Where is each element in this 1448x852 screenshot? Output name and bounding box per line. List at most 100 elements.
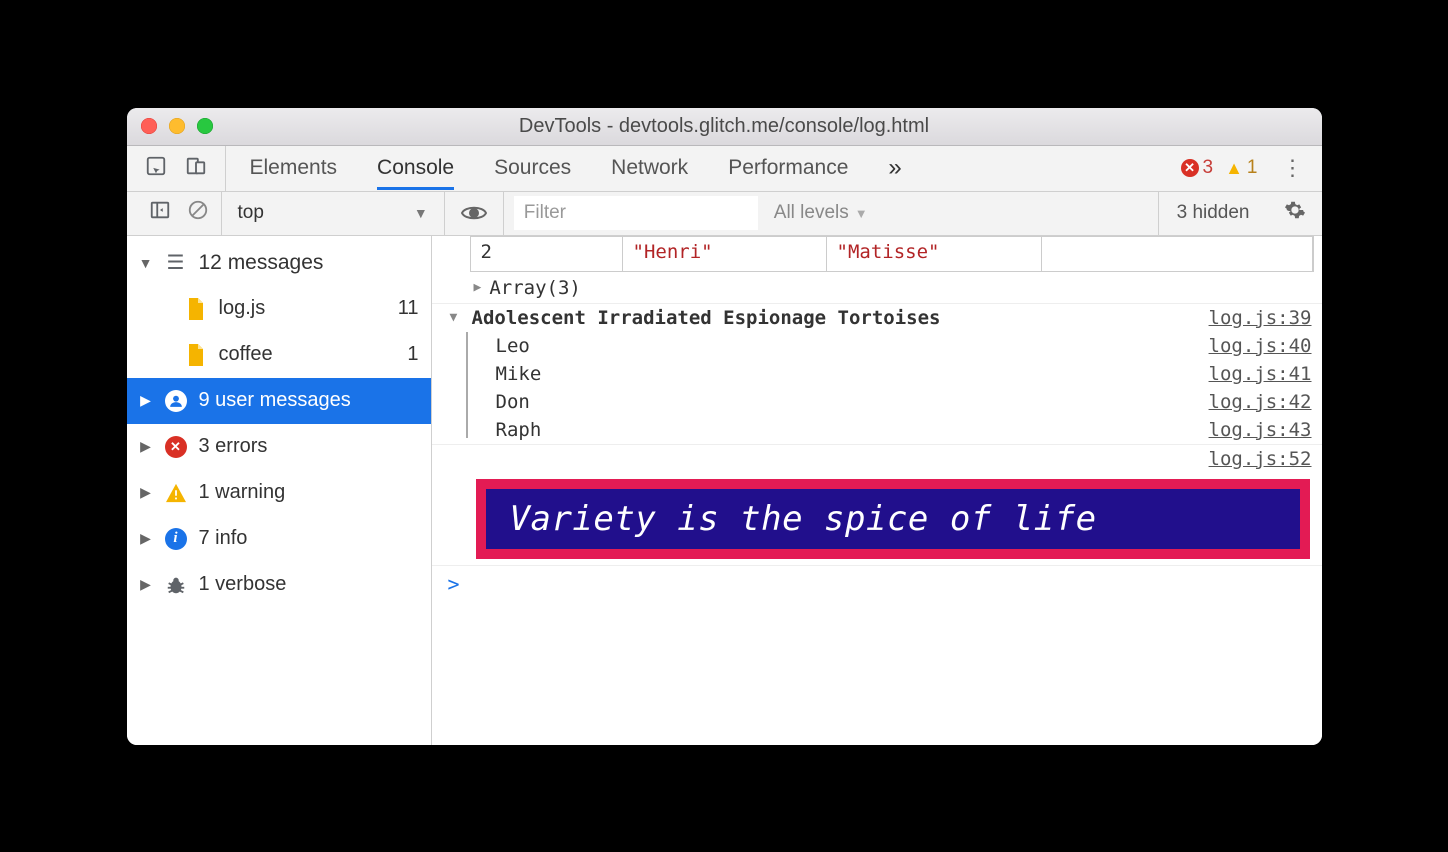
clear-console-icon[interactable] <box>187 199 209 227</box>
error-icon: ✕ <box>1181 159 1199 177</box>
list-icon: ☰ <box>165 252 187 274</box>
table-cell-empty <box>1042 237 1313 271</box>
log-levels-selector[interactable]: All levels ▼ <box>774 202 868 224</box>
device-toggle-icon[interactable] <box>185 155 207 182</box>
warning-count: 1 <box>1247 157 1258 179</box>
bug-icon <box>165 574 187 596</box>
tab-performance[interactable]: Performance <box>728 146 848 190</box>
devtools-window: DevTools - devtools.glitch.me/console/lo… <box>127 108 1322 745</box>
hidden-messages-label[interactable]: 3 hidden <box>1158 192 1268 235</box>
file-count: 1 <box>407 343 418 366</box>
window-title: DevTools - devtools.glitch.me/console/lo… <box>127 115 1322 138</box>
levels-label: All levels <box>774 202 849 224</box>
main-area: ▼ ☰ 12 messages log.js 11 coffee 1 ▶ <box>127 236 1322 745</box>
table-cell-first: "Henri" <box>623 237 827 271</box>
warning-count-badge[interactable]: ▲ 1 <box>1225 157 1257 179</box>
toggle-sidebar-icon[interactable] <box>149 199 171 227</box>
chevron-right-icon: ▶ <box>139 530 153 547</box>
table-cell-last: "Matisse" <box>827 237 1042 271</box>
console-settings-icon[interactable] <box>1268 199 1322 227</box>
info-icon: i <box>165 528 187 550</box>
tab-console[interactable]: Console <box>377 146 454 190</box>
sidebar-file-coffee[interactable]: coffee 1 <box>127 332 431 378</box>
console-log-line[interactable]: Leo log.js:40 <box>432 332 1322 360</box>
array-expand-row[interactable]: ▶ Array(3) <box>432 276 1322 303</box>
warning-icon <box>165 482 187 504</box>
source-link[interactable]: log.js:42 <box>1209 391 1312 413</box>
console-log-line[interactable]: Mike log.js:41 <box>432 360 1322 388</box>
user-icon <box>165 390 187 412</box>
styled-log-output: Variety is the spice of life <box>476 479 1310 559</box>
source-link[interactable]: log.js:52 <box>1209 448 1312 470</box>
dropdown-caret-icon: ▼ <box>855 206 868 221</box>
sidebar-user-messages[interactable]: ▶ 9 user messages <box>127 378 431 424</box>
tabs-overflow-icon[interactable]: » <box>888 154 901 182</box>
info-label: 7 info <box>199 527 248 550</box>
source-link[interactable]: log.js:43 <box>1209 419 1312 441</box>
filter-input[interactable]: Filter <box>514 196 758 230</box>
console-output[interactable]: 2 "Henri" "Matisse" ▶ Array(3) ▼ Adolesc… <box>432 236 1322 745</box>
error-count-badge[interactable]: ✕ 3 <box>1181 157 1214 179</box>
tab-right-status: ✕ 3 ▲ 1 ⋮ <box>1181 155 1322 181</box>
chevron-right-icon: ▶ <box>139 438 153 455</box>
sidebar-file-logjs[interactable]: log.js 11 <box>127 286 431 332</box>
source-link[interactable]: log.js:41 <box>1209 363 1312 385</box>
toolbar-left <box>137 192 222 235</box>
error-count: 3 <box>1203 157 1214 179</box>
log-message: Don <box>492 391 1209 413</box>
user-messages-label: 9 user messages <box>199 389 351 412</box>
file-icon <box>185 298 207 320</box>
context-selector[interactable]: top ▼ <box>222 192 445 235</box>
array-label: Array(3) <box>489 277 581 299</box>
sidebar-info[interactable]: ▶ i 7 info <box>127 516 431 562</box>
sidebar-messages[interactable]: ▼ ☰ 12 messages <box>127 240 431 286</box>
console-group-header[interactable]: ▼ Adolescent Irradiated Espionage Tortoi… <box>432 303 1322 332</box>
inspect-element-icon[interactable] <box>145 155 167 182</box>
tab-elements[interactable]: Elements <box>250 146 338 190</box>
console-prompt[interactable]: > <box>432 565 1322 602</box>
sidebar-errors[interactable]: ▶ ✕ 3 errors <box>127 424 431 470</box>
tab-left-tools <box>127 146 226 191</box>
chevron-right-icon: ▶ <box>474 280 482 295</box>
title-bar: DevTools - devtools.glitch.me/console/lo… <box>127 108 1322 146</box>
console-group-body: Leo log.js:40 Mike log.js:41 Don log.js:… <box>432 332 1322 444</box>
window-controls <box>141 118 213 134</box>
chevron-right-icon: ▶ <box>139 576 153 593</box>
log-message: Raph <box>492 419 1209 441</box>
source-link[interactable]: log.js:39 <box>1209 307 1312 329</box>
live-expression-icon[interactable] <box>445 192 504 235</box>
console-log-line[interactable]: log.js:52 <box>432 444 1322 473</box>
prompt-caret-icon: > <box>448 572 460 596</box>
source-link[interactable]: log.js:40 <box>1209 335 1312 357</box>
verbose-label: 1 verbose <box>199 573 287 596</box>
log-message: Mike <box>492 363 1209 385</box>
group-title: Adolescent Irradiated Espionage Tortoise… <box>468 307 1209 329</box>
settings-menu-icon[interactable]: ⋮ <box>1282 155 1304 181</box>
context-label: top <box>238 202 264 224</box>
file-name: coffee <box>219 343 273 366</box>
close-window-button[interactable] <box>141 118 157 134</box>
error-icon: ✕ <box>165 436 187 458</box>
console-log-line[interactable]: Raph log.js:43 <box>432 416 1322 444</box>
minimize-window-button[interactable] <box>169 118 185 134</box>
tab-strip: Elements Console Sources Network Perform… <box>127 146 1322 192</box>
sidebar-warnings[interactable]: ▶ 1 warning <box>127 470 431 516</box>
tab-network[interactable]: Network <box>611 146 688 190</box>
zoom-window-button[interactable] <box>197 118 213 134</box>
file-count: 11 <box>398 297 419 320</box>
console-log-line[interactable]: Don log.js:42 <box>432 388 1322 416</box>
tab-sources[interactable]: Sources <box>494 146 571 190</box>
sidebar-verbose[interactable]: ▶ 1 verbose <box>127 562 431 608</box>
warning-icon: ▲ <box>1225 158 1243 179</box>
file-name: log.js <box>219 297 266 320</box>
dropdown-caret-icon: ▼ <box>414 205 428 221</box>
log-message: Leo <box>492 335 1209 357</box>
chevron-down-icon: ▼ <box>139 255 153 271</box>
console-sidebar: ▼ ☰ 12 messages log.js 11 coffee 1 ▶ <box>127 236 432 745</box>
sidebar-messages-label: 12 messages <box>199 251 324 275</box>
chevron-down-icon: ▼ <box>450 310 468 325</box>
errors-label: 3 errors <box>199 435 268 458</box>
chevron-right-icon: ▶ <box>139 392 153 409</box>
warnings-label: 1 warning <box>199 481 286 504</box>
console-table-row[interactable]: 2 "Henri" "Matisse" <box>470 236 1314 272</box>
